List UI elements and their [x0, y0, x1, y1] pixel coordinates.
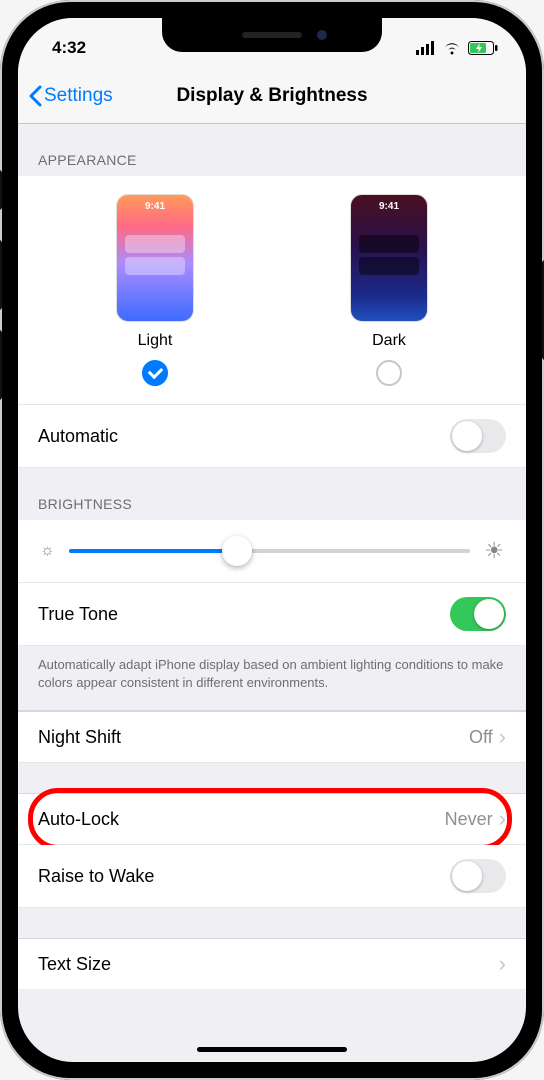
wifi-icon: [442, 41, 462, 55]
preview-time: 9:41: [351, 201, 427, 212]
screen: 4:32 Settings Display & Brightness Appea…: [18, 18, 526, 1062]
auto-lock-label: Auto-Lock: [38, 809, 119, 830]
auto-lock-row[interactable]: Auto-Lock Never ›: [18, 793, 526, 845]
volume-down-button: [0, 330, 2, 400]
sun-low-icon: ☼: [40, 542, 55, 560]
raise-to-wake-toggle[interactable]: [450, 859, 506, 893]
status-time: 4:32: [52, 38, 86, 58]
preview-widget: [125, 257, 186, 275]
light-preview: 9:41: [116, 194, 194, 322]
chevron-right-icon: ›: [499, 726, 506, 748]
raise-to-wake-label: Raise to Wake: [38, 866, 154, 887]
dark-radio[interactable]: [376, 360, 402, 386]
device-frame: 4:32 Settings Display & Brightness Appea…: [0, 0, 544, 1080]
preview-widget: [125, 235, 186, 253]
sun-high-icon: ☀: [484, 538, 504, 564]
notch: [162, 18, 382, 52]
chevron-right-icon: ›: [499, 953, 506, 975]
automatic-toggle[interactable]: [450, 419, 506, 453]
brightness-header: Brightness: [18, 468, 526, 520]
truetone-row[interactable]: True Tone: [18, 583, 526, 646]
cellular-icon: [416, 41, 436, 55]
battery-charging-icon: [468, 41, 498, 55]
spacer: [18, 908, 526, 938]
preview-widget: [359, 257, 420, 275]
home-indicator[interactable]: [197, 1047, 347, 1052]
raise-to-wake-row[interactable]: Raise to Wake: [18, 845, 526, 908]
text-size-label: Text Size: [38, 954, 111, 975]
text-size-row[interactable]: Text Size ›: [18, 938, 526, 989]
dark-label: Dark: [372, 332, 406, 350]
nav-header: Settings Display & Brightness: [18, 68, 526, 124]
back-label: Settings: [44, 85, 113, 107]
chevron-right-icon: ›: [499, 808, 506, 830]
speaker: [242, 32, 302, 38]
night-shift-row[interactable]: Night Shift Off ›: [18, 711, 526, 763]
dark-preview: 9:41: [350, 194, 428, 322]
volume-up-button: [0, 240, 2, 310]
truetone-toggle[interactable]: [450, 597, 506, 631]
slider-knob[interactable]: [222, 536, 252, 566]
content-scroll[interactable]: Appearance 9:41 Light 9:41: [18, 124, 526, 1062]
appearance-header: Appearance: [18, 124, 526, 176]
truetone-footer: Automatically adapt iPhone display based…: [18, 646, 526, 711]
brightness-slider[interactable]: [69, 549, 471, 553]
brightness-slider-row: ☼ ☀: [18, 520, 526, 583]
preview-time: 9:41: [117, 201, 193, 212]
appearance-light-option[interactable]: 9:41 Light: [116, 194, 194, 386]
spacer: [18, 763, 526, 793]
auto-lock-value: Never: [445, 809, 493, 830]
truetone-label: True Tone: [38, 604, 118, 625]
preview-widget: [359, 235, 420, 253]
light-radio[interactable]: [142, 360, 168, 386]
slider-fill: [69, 549, 238, 553]
night-shift-label: Night Shift: [38, 727, 121, 748]
chevron-left-icon: [28, 85, 42, 107]
night-shift-value: Off: [469, 727, 493, 748]
light-label: Light: [138, 332, 173, 350]
automatic-label: Automatic: [38, 426, 118, 447]
back-button[interactable]: Settings: [28, 85, 113, 107]
appearance-dark-option[interactable]: 9:41 Dark: [350, 194, 428, 386]
mute-switch: [0, 170, 2, 210]
appearance-picker: 9:41 Light 9:41 Dark: [18, 176, 526, 405]
automatic-row[interactable]: Automatic: [18, 405, 526, 468]
front-camera: [317, 30, 327, 40]
